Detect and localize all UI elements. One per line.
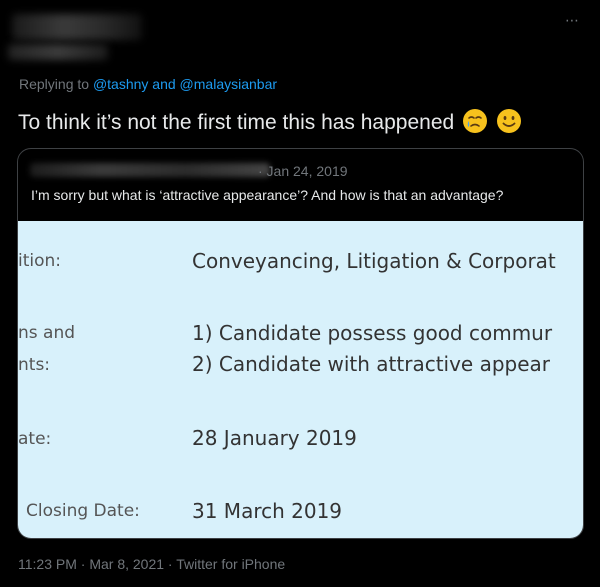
tweet-text: To think it’s not the first time this ha… (18, 111, 455, 134)
reply-and-text[interactable]: and (152, 76, 175, 92)
reply-user-link-2[interactable]: @malaysianbar (180, 76, 277, 92)
doc-label-position: ition: (18, 251, 62, 271)
replying-to-label: Replying to (19, 76, 90, 92)
crying-face-emoji-icon (463, 109, 488, 133)
doc-value-requirement-1: 1) Candidate possess good commur (192, 321, 553, 345)
doc-label-requirements-2: nts: (18, 355, 51, 375)
tweet-timestamp[interactable]: 11:23 PM · Mar 8, 2021 · Twitter for iPh… (18, 556, 285, 572)
quoted-author-redacted (30, 163, 270, 177)
quoted-tweet-text: I’m sorry but what is ‘attractive appear… (31, 187, 504, 203)
quoted-tweet[interactable]: · Jan 24, 2019 I’m sorry but what is ‘at… (17, 148, 584, 539)
quoted-tweet-header: · Jan 24, 2019 I’m sorry but what is ‘at… (18, 149, 583, 221)
doc-label-requirements-1: ns and (18, 323, 76, 343)
doc-value-closing-date: 31 March 2019 (192, 499, 343, 523)
doc-value-date: 28 January 2019 (192, 426, 357, 450)
doc-label-date: ate: (18, 429, 52, 449)
author-handle-redacted[interactable] (8, 44, 108, 60)
more-options-icon[interactable]: ⋯ (565, 12, 580, 29)
doc-value-requirement-2: 2) Candidate with attractive appear (192, 352, 551, 376)
tweet-body: To think it’s not the first time this ha… (18, 108, 522, 137)
doc-value-position: Conveyancing, Litigation & Corporat (192, 249, 556, 273)
smiling-face-emoji-icon (496, 109, 521, 133)
reply-user-link-1[interactable]: @tashny (93, 76, 148, 92)
doc-label-closing-date: Closing Date: (26, 501, 140, 521)
quoted-tweet-date[interactable]: · Jan 24, 2019 (258, 163, 348, 179)
quoted-tweet-image[interactable]: ition: Conveyancing, Litigation & Corpor… (18, 221, 583, 538)
replying-to-line: Replying to @tashny and @malaysianbar (19, 76, 277, 92)
author-name-redacted[interactable] (12, 14, 142, 40)
